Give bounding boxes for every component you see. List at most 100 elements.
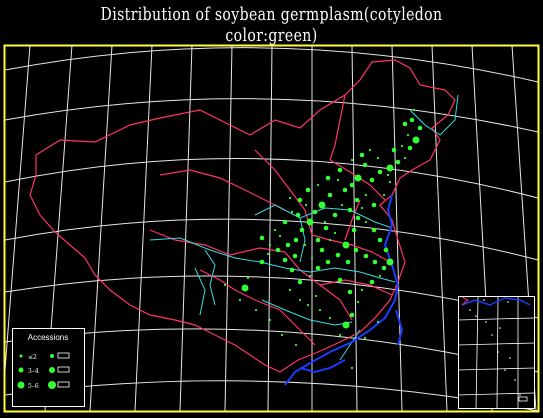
accession-dot xyxy=(314,294,318,298)
accession-dot xyxy=(278,234,282,238)
accession-dot xyxy=(353,247,359,253)
accession-dot xyxy=(335,252,341,258)
accession-dot xyxy=(402,121,408,127)
accession-dot xyxy=(412,136,420,144)
accession-dot xyxy=(315,265,321,271)
accession-dot xyxy=(254,308,258,312)
accession-dot xyxy=(364,193,368,197)
accession-dot xyxy=(350,366,354,370)
accession-dot xyxy=(388,180,392,184)
accession-dot xyxy=(259,259,265,265)
accession-dot xyxy=(383,247,389,253)
accession-dot xyxy=(360,206,364,210)
accession-dot xyxy=(363,253,369,259)
accession-dot xyxy=(304,203,308,207)
legend-symbol-3 xyxy=(17,381,25,389)
accession-dot xyxy=(407,145,413,151)
accession-dot xyxy=(342,187,348,193)
accession-dot xyxy=(342,241,350,249)
coastline xyxy=(284,194,404,386)
legend-title: Accessions xyxy=(28,333,68,342)
accession-dot xyxy=(376,156,380,160)
accession-dot xyxy=(298,298,302,302)
accession-dot xyxy=(386,258,394,266)
accession-dot xyxy=(386,173,390,177)
accession-dot xyxy=(369,177,375,183)
accession-dot xyxy=(303,243,307,247)
legend-symbol-6 xyxy=(48,381,56,389)
accession-dot xyxy=(295,212,301,218)
accession-dot xyxy=(289,267,295,273)
accession-dot xyxy=(282,257,288,263)
accession-dot xyxy=(268,243,272,247)
accession-dot xyxy=(378,274,382,278)
accession-dot xyxy=(288,288,292,292)
accession-dot xyxy=(347,207,353,213)
accession-dot xyxy=(294,343,298,347)
accession-dot xyxy=(328,316,332,320)
legend-symbol-5 xyxy=(49,367,55,373)
accession-dot xyxy=(372,259,378,265)
accession-dot xyxy=(328,238,332,242)
accession-dot xyxy=(306,303,310,307)
accession-dot xyxy=(376,320,380,324)
accession-dot xyxy=(325,175,331,181)
accession-dot xyxy=(350,158,354,162)
accession-dot xyxy=(362,162,368,168)
accession-dot xyxy=(338,333,342,337)
accession-dot xyxy=(391,147,397,153)
accession-dot xyxy=(319,247,325,253)
accession-dot xyxy=(285,242,291,248)
accession-dot xyxy=(349,312,355,318)
river-lines xyxy=(149,94,459,361)
accession-dot xyxy=(273,228,277,232)
accession-dot xyxy=(337,277,343,283)
accession-dot xyxy=(305,187,311,193)
accession-dot xyxy=(371,227,377,233)
accession-dot xyxy=(306,218,314,226)
south-china-sea-inset xyxy=(457,296,535,409)
accession-dot xyxy=(323,225,329,231)
accession-dot xyxy=(312,209,318,215)
accession-dot xyxy=(266,252,270,256)
accession-dot xyxy=(297,197,303,203)
accession-dot xyxy=(308,274,312,278)
accession-dot xyxy=(332,212,338,218)
accession-dot xyxy=(340,203,344,207)
accession-dot xyxy=(360,288,364,292)
accession-dot xyxy=(327,192,333,198)
accession-dot xyxy=(282,219,288,225)
accession-dot xyxy=(259,235,265,241)
accession-dot xyxy=(386,164,394,172)
legend-label-1: ≤2 xyxy=(28,354,37,361)
accession-dot xyxy=(359,152,365,158)
legend: Accessions ≤2 3–4 5–6 xyxy=(12,328,85,407)
legend-symbol-4 xyxy=(50,354,54,358)
accession-dot xyxy=(325,259,331,265)
accession-dot xyxy=(364,220,368,224)
accession-dot xyxy=(412,108,416,112)
legend-symbol-2 xyxy=(18,367,24,373)
accession-dot xyxy=(368,148,372,152)
accession-dot xyxy=(318,308,322,312)
accession-dot xyxy=(323,220,327,224)
accession-dot xyxy=(363,336,367,340)
accession-dot xyxy=(316,183,320,187)
accession-dot xyxy=(275,247,281,253)
accession-dot xyxy=(406,133,410,137)
accession-dot xyxy=(395,159,401,165)
accession-dot xyxy=(403,156,407,160)
accession-dot xyxy=(333,231,337,235)
accession-dot xyxy=(355,215,361,221)
accession-dot xyxy=(409,117,415,123)
accession-dot xyxy=(351,227,357,233)
accession-dot xyxy=(377,237,383,243)
accession-dot xyxy=(369,279,375,285)
accession-dot xyxy=(292,253,298,259)
accession-dot xyxy=(238,298,242,302)
inset-box xyxy=(458,296,535,409)
accession-dot xyxy=(268,318,272,322)
accession-dot xyxy=(371,202,377,208)
accession-dot xyxy=(400,144,404,148)
accession-dot xyxy=(356,300,360,304)
